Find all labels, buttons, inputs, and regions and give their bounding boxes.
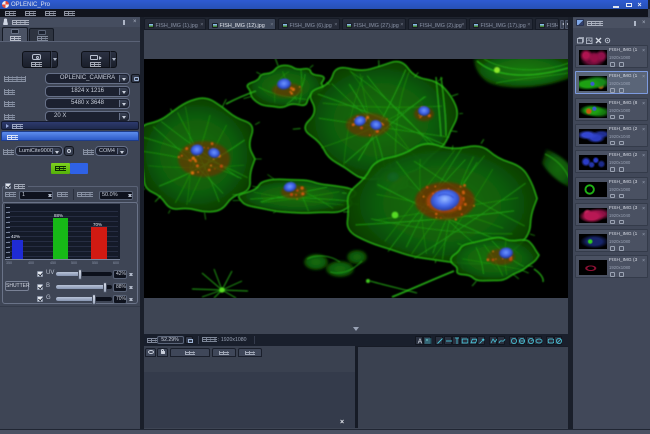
svg-text:A: A: [418, 339, 423, 346]
